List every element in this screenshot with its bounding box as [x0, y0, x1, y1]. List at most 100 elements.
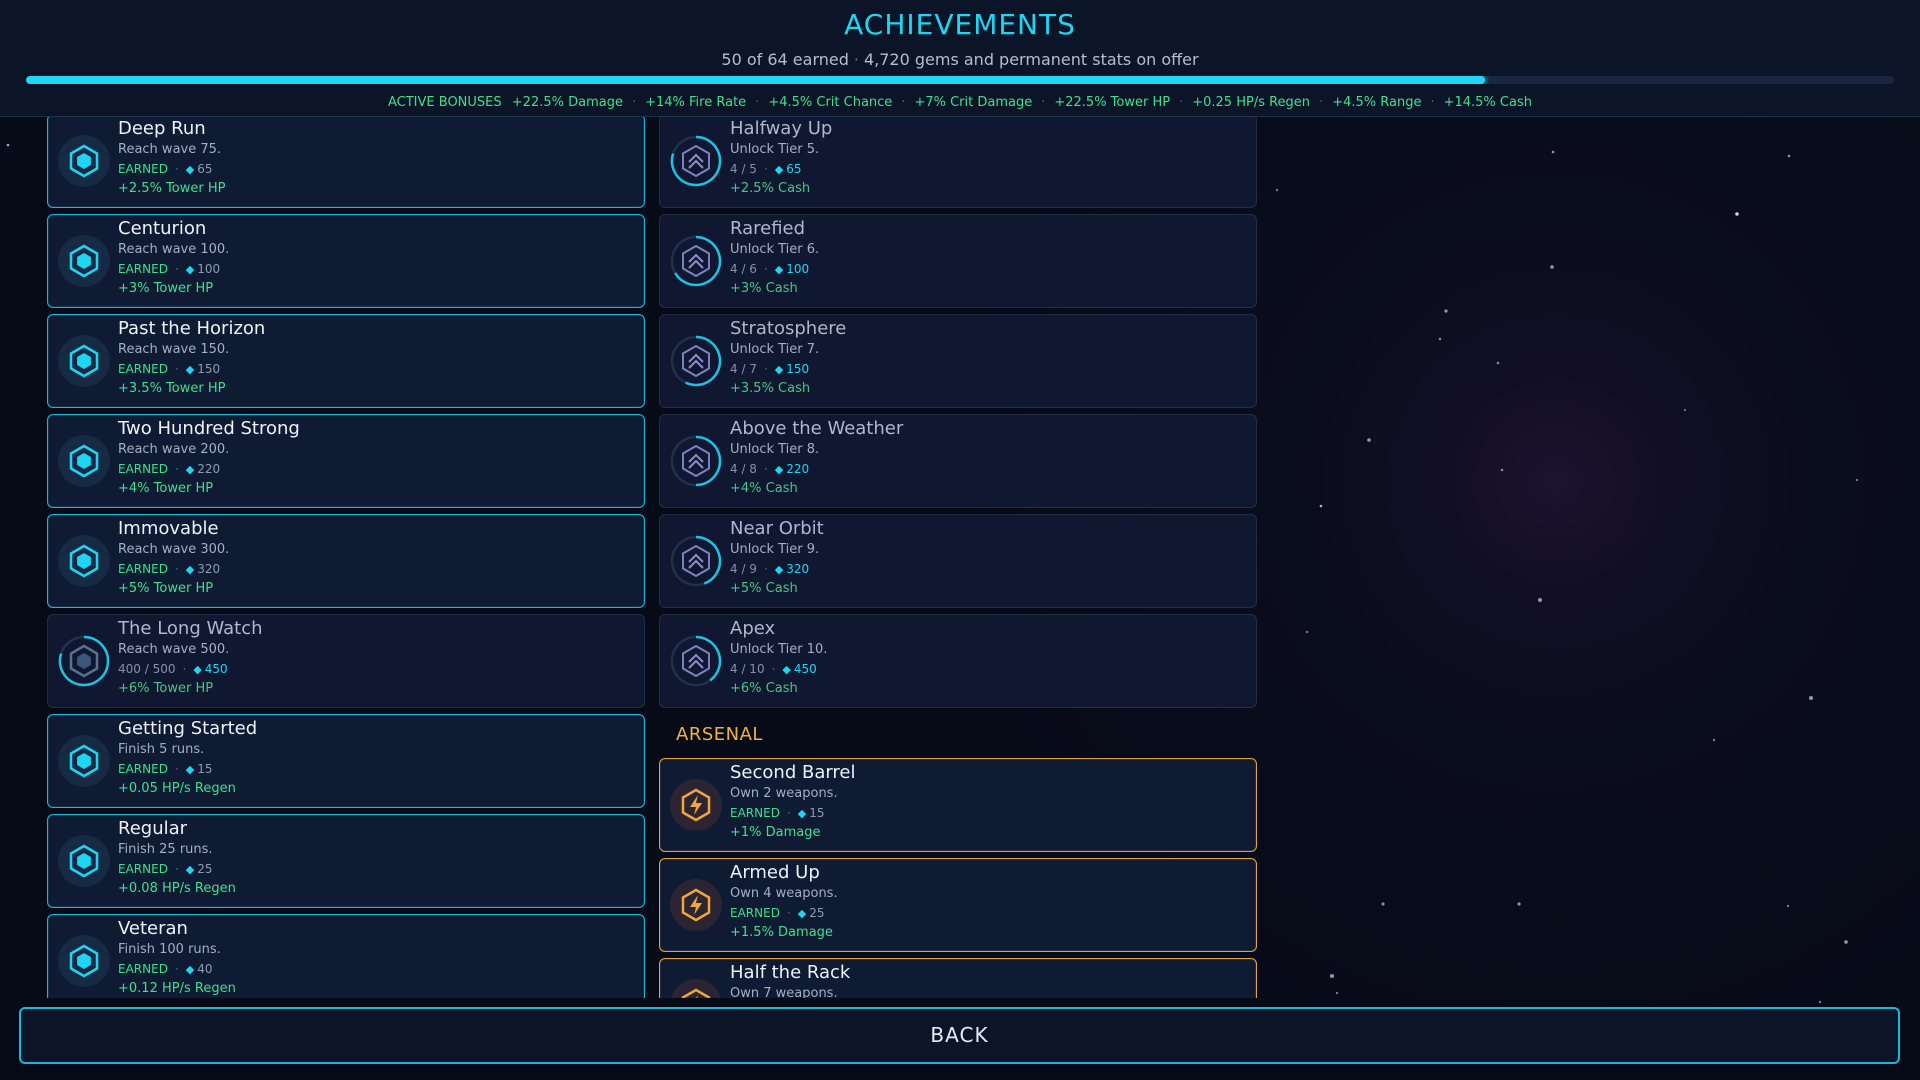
gem-icon: ◆	[185, 763, 195, 776]
achievement-description: Own 7 weapons.	[730, 986, 838, 998]
achievement-name: Armed Up	[730, 862, 820, 883]
progress-count: 400 / 500	[118, 662, 176, 676]
double-chevron-up-icon	[667, 432, 725, 490]
achievement-card[interactable]: Stratosphere Unlock Tier 7. 4 / 7 · ◆ 150 +3.5…	[659, 314, 1257, 408]
achievement-meta: 400 / 500 · ◆ 450	[118, 662, 228, 676]
achievement-card[interactable]: Deep Run Reach wave 75. EARNED · ◆ 65 +2.5% To…	[47, 117, 645, 208]
progress-count: 4 / 7	[730, 362, 757, 376]
gem-reward: 25	[809, 906, 825, 920]
earned-badge: EARNED	[118, 762, 168, 776]
achievement-name: Near Orbit	[730, 518, 824, 539]
stat-reward: +3% Tower HP	[118, 281, 214, 296]
achievement-card[interactable]: Past the Horizon Reach wave 150. EARNED · ◆ 1…	[47, 314, 645, 408]
achievement-description: Own 4 weapons.	[730, 886, 838, 901]
achievement-card[interactable]: Two Hundred Strong Reach wave 200. EARNED ·…	[47, 414, 645, 508]
progress-count: 4 / 5	[730, 162, 757, 176]
achievement-meta: EARNED · ◆ 15	[118, 762, 213, 776]
gem-reward: 150	[786, 362, 810, 376]
active-bonuses-label: ACTIVE BONUSES	[388, 95, 502, 110]
gem-icon: ◆	[185, 363, 195, 376]
stat-reward: +4% Tower HP	[118, 481, 214, 496]
gem-icon: ◆	[774, 563, 784, 576]
achievement-card[interactable]: Centurion Reach wave 100. EARNED · ◆ 100 +3% T…	[47, 214, 645, 308]
gem-icon: ◆	[774, 163, 784, 176]
earned-badge: EARNED	[118, 462, 168, 476]
gem-reward: 25	[197, 862, 213, 876]
achievement-description: Unlock Tier 8.	[730, 442, 820, 457]
stat-reward: +2.5% Cash	[730, 181, 811, 196]
gem-reward: 100	[786, 262, 810, 276]
active-bonus: +4.5% Crit Chance	[768, 95, 893, 110]
back-button[interactable]: BACK	[19, 1007, 1900, 1064]
stat-reward: +0.12 HP/s Regen	[118, 981, 236, 996]
double-chevron-up-icon	[667, 132, 725, 190]
achievement-card[interactable]: Rarefied Unlock Tier 6. 4 / 6 · ◆ 100 +3% Cash	[659, 214, 1257, 308]
achievement-name: Centurion	[118, 218, 207, 239]
gem-icon: ◆	[782, 663, 791, 676]
active-bonus: +7% Crit Damage	[914, 95, 1033, 110]
achievement-card[interactable]: Regular Finish 25 runs. EARNED · ◆ 25 +0.08 HP…	[47, 814, 645, 908]
achievement-column-right: Halfway Up Unlock Tier 5. 4 / 5 · ◆ 65 +2.5% C…	[659, 117, 1257, 998]
achievement-meta: EARNED · ◆ 150	[118, 362, 221, 376]
achievement-card[interactable]: Near Orbit Unlock Tier 9. 4 / 9 · ◆ 320 +5% Ca…	[659, 514, 1257, 608]
achievement-name: Rarefied	[730, 218, 806, 239]
achievement-name: The Long Watch	[118, 618, 263, 639]
progress-count: 4 / 9	[730, 562, 757, 576]
earned-badge: EARNED	[118, 162, 168, 176]
achievement-description: Unlock Tier 10.	[730, 642, 828, 657]
achievement-description: Reach wave 500.	[118, 642, 230, 657]
stat-reward: +3.5% Cash	[730, 381, 811, 396]
hexagon-shield-icon	[55, 132, 113, 190]
achievement-name: Deep Run	[118, 118, 206, 139]
achievement-card[interactable]: Immovable Reach wave 300. EARNED · ◆ 320 +5% T…	[47, 514, 645, 608]
gem-reward: 320	[197, 562, 221, 576]
gem-reward: 15	[809, 806, 825, 820]
active-bonus: +0.25 HP/s Regen	[1192, 95, 1311, 110]
stat-reward: +6% Tower HP	[118, 681, 214, 696]
achievement-meta: EARNED · ◆ 65	[118, 162, 213, 176]
achievement-list-scroll-area[interactable]: Deep Run Reach wave 75. EARNED · ◆ 65 +2.5% To…	[0, 117, 1920, 998]
stat-reward: +2.5% Tower HP	[118, 181, 226, 196]
achievement-card[interactable]: Above the Weather Unlock Tier 8. 4 / 8 · ◆ 22…	[659, 414, 1257, 508]
achievement-card[interactable]: Apex Unlock Tier 10. 4 / 10 · ◆ 450 +6% Cash	[659, 614, 1257, 708]
achievements-header: ACHIEVEMENTS 50 of 64 earned · 4,720 gems …	[0, 0, 1920, 117]
achievement-name: Halfway Up	[730, 118, 833, 139]
stat-reward: +0.08 HP/s Regen	[118, 881, 236, 896]
achievement-description: Reach wave 100.	[118, 242, 230, 257]
achievement-card[interactable]: Second Barrel Own 2 weapons. EARNED · ◆ 15 +1%…	[659, 758, 1257, 852]
achievement-card[interactable]: Halfway Up Unlock Tier 5. 4 / 5 · ◆ 65 +2.5% C…	[659, 117, 1257, 208]
gem-reward: 65	[786, 162, 802, 176]
gem-reward: 150	[197, 362, 221, 376]
gem-icon: ◆	[774, 263, 784, 276]
achievement-progress-bar	[26, 76, 1894, 84]
stat-reward: +3.5% Tower HP	[118, 381, 226, 396]
achievement-description: Finish 25 runs.	[118, 842, 213, 857]
achievement-name: Regular	[118, 818, 188, 839]
achievement-name: Getting Started	[118, 718, 258, 739]
achievement-card[interactable]: Armed Up Own 4 weapons. EARNED · ◆ 25 +1.5% Da…	[659, 858, 1257, 952]
active-bonuses-bar: ACTIVE BONUSES +22.5% Damage · +14% Fire R…	[388, 95, 1532, 110]
progress-count: 4 / 10	[730, 662, 765, 676]
achievement-card[interactable]: The Long Watch Reach wave 500. 400 / 500 · ◆…	[47, 614, 645, 708]
achievement-card[interactable]: Getting Started Finish 5 runs. EARNED · ◆ 15 +…	[47, 714, 645, 808]
stat-reward: +1.5% Damage	[730, 925, 833, 940]
hexagon-shield-icon	[55, 732, 113, 790]
gem-icon: ◆	[774, 463, 784, 476]
achievement-card[interactable]: Half the RackOwn 7 weapons.EARNED·◆40+2%…	[659, 958, 1257, 998]
gem-reward: 40	[197, 962, 213, 976]
lightning-bolt-icon	[667, 976, 725, 998]
earned-count: 50 of 64 earned	[721, 50, 849, 69]
achievement-meta: EARNED · ◆ 25	[730, 906, 825, 920]
stat-reward: +5% Cash	[730, 581, 798, 596]
achievement-name: Half the Rack	[730, 962, 851, 983]
gem-reward: 220	[197, 462, 221, 476]
achievement-meta: 4 / 5 · ◆ 65	[730, 162, 802, 176]
progress-count: 4 / 8	[730, 462, 757, 476]
achievement-card[interactable]: Veteran Finish 100 runs. EARNED · ◆ 40 +0.12 H…	[47, 914, 645, 998]
double-chevron-up-icon	[667, 532, 725, 590]
summary-line: 50 of 64 earned · 4,720 gems and permanent…	[721, 50, 1199, 69]
progress-count: 4 / 6	[730, 262, 757, 276]
achievement-meta: 4 / 9 · ◆ 320	[730, 562, 810, 576]
gem-reward: 100	[197, 262, 221, 276]
gem-icon: ◆	[185, 163, 195, 176]
